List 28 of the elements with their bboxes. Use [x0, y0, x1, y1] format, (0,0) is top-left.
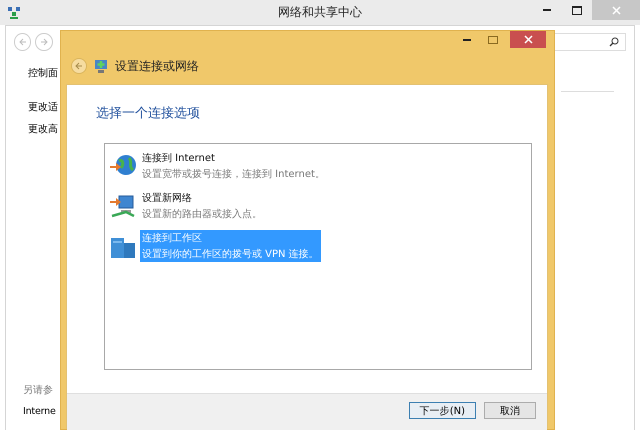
network-icon [93, 58, 109, 74]
back-arrow-icon [74, 61, 84, 71]
section-heading: 另请参 [23, 384, 54, 397]
network-icon [7, 6, 21, 20]
next-button[interactable]: 下一步(N) [408, 402, 476, 419]
minimize-icon [463, 38, 471, 40]
sidebar-link[interactable]: 更改适 [28, 100, 58, 114]
window-title: 网络和共享中心 [278, 4, 362, 21]
forward-arrow-icon [39, 37, 50, 47]
option-item[interactable]: 连接到 Internet 设置宽带或拨号连接，连接到 Internet。 [140, 150, 327, 182]
close-button[interactable] [510, 31, 546, 48]
dialog-title: 设置连接或网络 [115, 58, 199, 74]
back-button[interactable] [71, 58, 87, 74]
cancel-button[interactable]: 取消 [484, 402, 536, 419]
sidebar-link[interactable]: Interne [23, 406, 56, 417]
option-item[interactable]: 设置新网络 设置新的路由器或接入点。 [140, 190, 264, 222]
back-button[interactable] [14, 33, 32, 51]
dialog-heading: 选择一个连接选项 [96, 105, 200, 122]
sidebar-link[interactable]: 更改高 [28, 122, 58, 136]
search-icon [608, 37, 619, 47]
minimize-icon [543, 9, 551, 11]
back-arrow-icon [18, 37, 28, 47]
forward-button[interactable] [35, 33, 53, 51]
maximize-icon [572, 6, 582, 14]
breadcrumb-link[interactable]: 控制面 [28, 66, 58, 80]
close-icon [612, 6, 620, 14]
maximize-icon [488, 36, 498, 44]
close-icon [524, 35, 532, 44]
